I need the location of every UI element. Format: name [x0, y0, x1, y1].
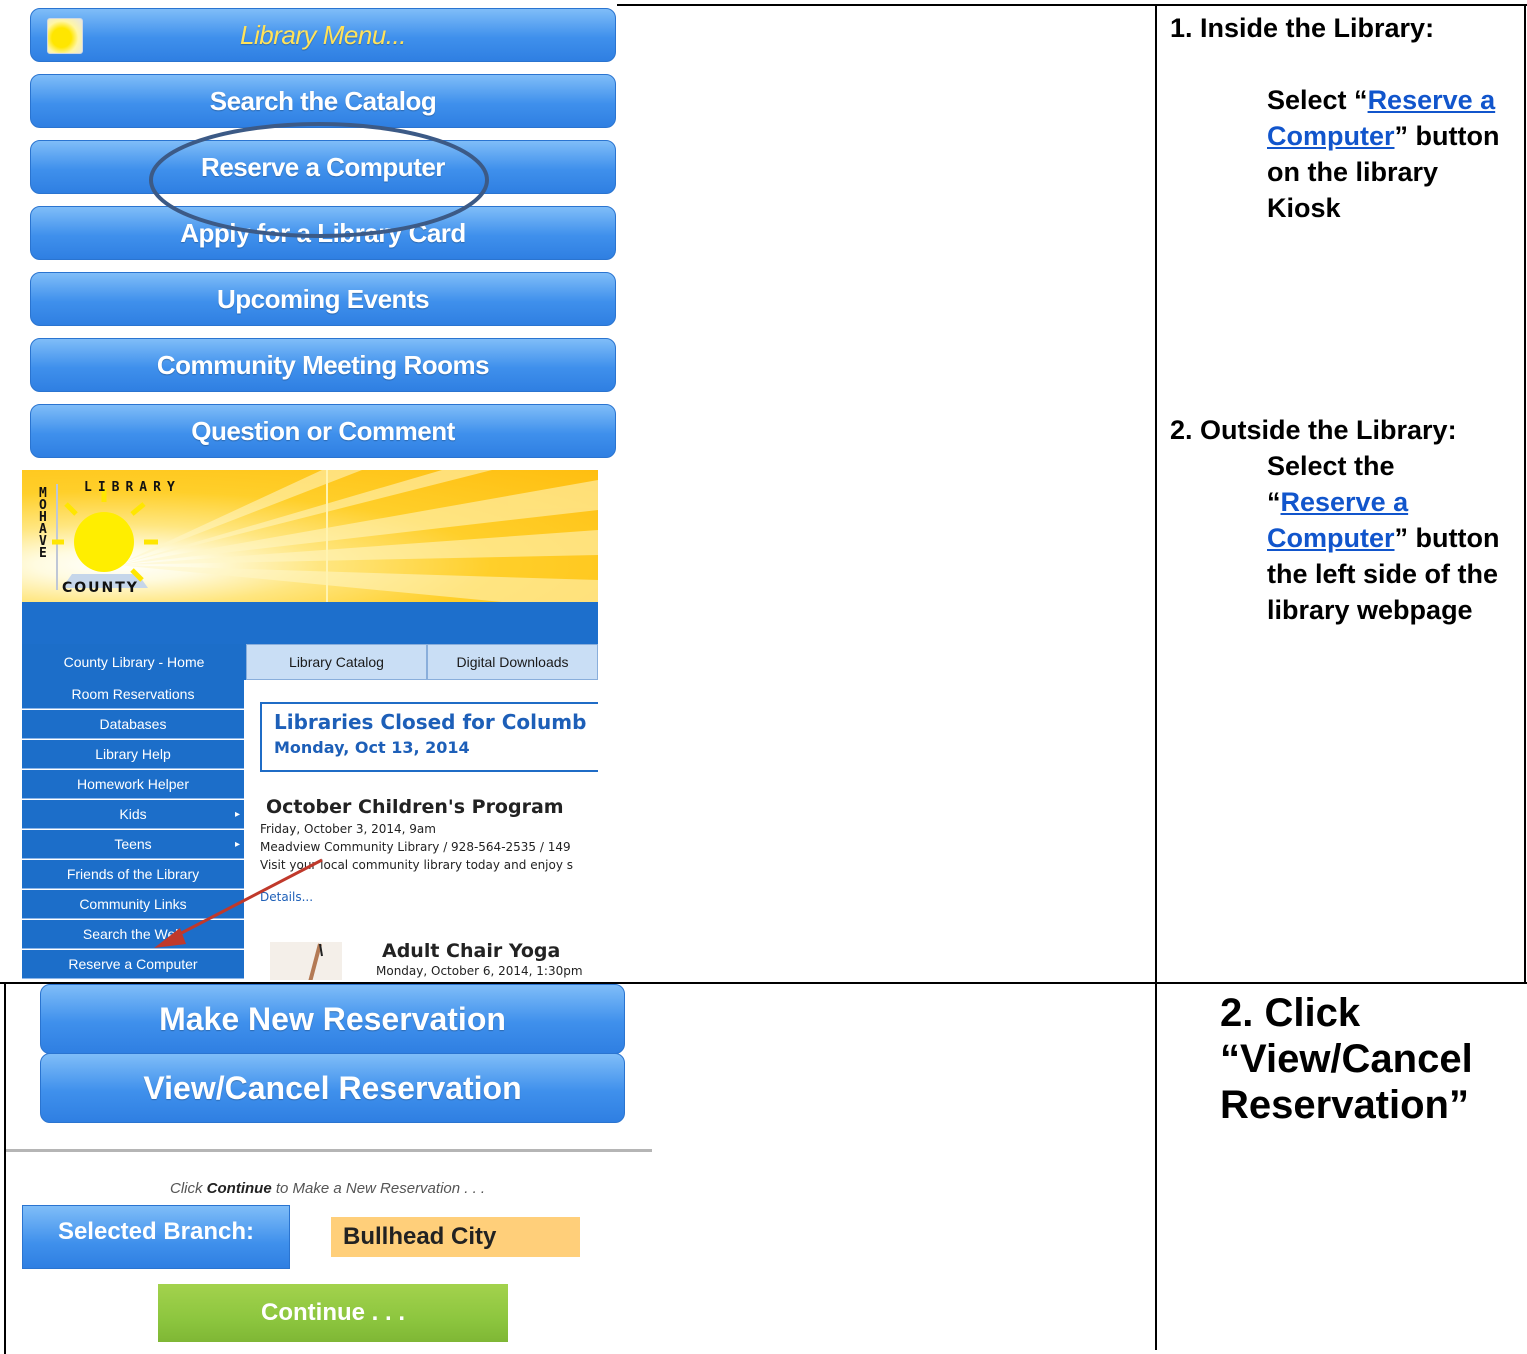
side-nav-databases[interactable]: Databases — [22, 710, 244, 739]
step1-body: Select “Reserve a Computer” button on th… — [1267, 85, 1500, 223]
logo-text-library: LIBRARY — [84, 480, 181, 495]
event1-date: Friday, October 3, 2014, 9am — [260, 822, 436, 836]
notice-date: Monday, Oct 13, 2014 — [274, 738, 470, 757]
side-nav-kids[interactable]: Kids ▸ — [22, 800, 244, 829]
nav-digital-downloads[interactable]: Digital Downloads — [427, 644, 598, 680]
upcoming-events-button[interactable]: Upcoming Events — [30, 272, 616, 326]
nav-library-catalog[interactable]: Library Catalog — [246, 644, 427, 680]
side-nav-homework-helper[interactable]: Homework Helper — [22, 770, 244, 799]
table-divider-vertical — [1155, 4, 1157, 1350]
community-meeting-rooms-button[interactable]: Community Meeting Rooms — [30, 338, 616, 392]
continue-hint: Click Continue to Make a New Reservation… — [170, 1180, 486, 1197]
site-header-bar — [22, 602, 598, 644]
step2-title: 2. Outside the Library: — [1170, 415, 1457, 445]
closure-notice: Libraries Closed for Columb Monday, Oct … — [260, 702, 598, 772]
highlight-ellipse — [149, 122, 489, 238]
submenu-arrow-icon: ▸ — [234, 809, 240, 820]
event2-date: Monday, October 6, 2014, 1:30pm — [376, 964, 583, 978]
event-chair-yoga: Adult Chair Yoga Monday, October 6, 2014… — [376, 940, 583, 978]
table-border-top — [617, 4, 1527, 6]
site-banner: MOHAVE LIBRARY COUNTY — [22, 470, 598, 602]
table-border-left — [4, 984, 6, 1354]
section-separator — [6, 1149, 652, 1152]
red-pointer-arrow — [154, 858, 323, 948]
continue-button[interactable]: Continue . . . — [158, 1284, 508, 1342]
event1-title: October Children's Program — [266, 796, 564, 818]
side-nav-room-reservations[interactable]: Room Reservations — [22, 680, 244, 709]
selected-branch-label: Selected Branch: — [22, 1205, 290, 1269]
side-nav-library-help[interactable]: Library Help — [22, 740, 244, 769]
logo-text-mohave: MOHAVE — [39, 486, 47, 561]
kiosk-menu-title: Library Menu... — [30, 8, 616, 62]
make-new-reservation-button[interactable]: Make New Reservation — [40, 984, 625, 1054]
selected-branch-value[interactable]: Bullhead City — [331, 1217, 580, 1257]
library-logo-icon — [47, 18, 83, 54]
step2-body: Select the “Reserve a Computer” button t… — [1267, 451, 1500, 625]
nav-county-library-home[interactable]: County Library - Home — [22, 644, 246, 680]
question-comment-button[interactable]: Question or Comment — [30, 404, 616, 458]
step3-instruction: 2. Click “View/Cancel Reservation” — [1220, 991, 1473, 1127]
step2-reserve-link[interactable]: Reserve a Computer — [1267, 487, 1408, 553]
event2-title: Adult Chair Yoga — [382, 940, 561, 962]
view-cancel-reservation-button[interactable]: View/Cancel Reservation — [40, 1053, 625, 1123]
notice-title: Libraries Closed for Columb — [274, 710, 587, 734]
step1-title: 1. Inside the Library: — [1170, 13, 1435, 43]
table-border-right — [1524, 4, 1526, 984]
logo-text-county: COUNTY — [62, 580, 139, 596]
